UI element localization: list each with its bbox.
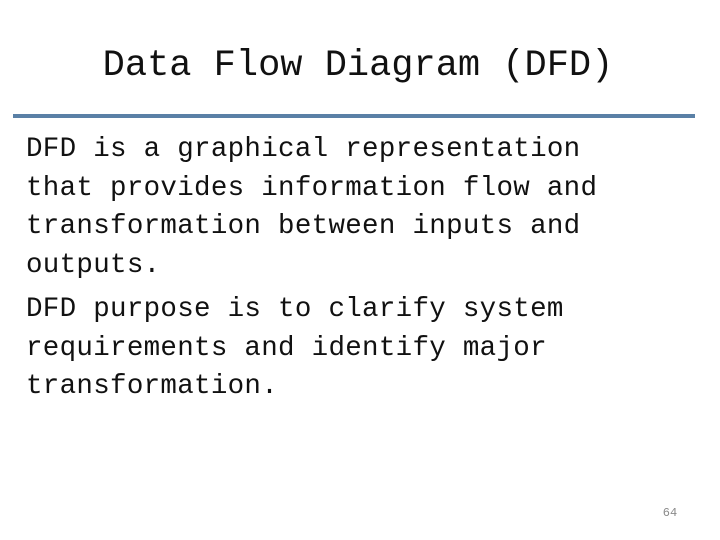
page-number: 64 (662, 506, 678, 520)
slide-body: DFD is a graphical representation that p… (26, 131, 716, 413)
paragraph-purpose: DFD purpose is to clarify system require… (26, 294, 564, 402)
slide: Data Flow Diagram (DFD) DFD is a graphic… (0, 0, 720, 540)
slide-title: Data Flow Diagram (DFD) (102, 45, 614, 87)
paragraph-definition: DFD is a graphical representation that p… (26, 134, 598, 281)
title-divider (13, 114, 695, 118)
